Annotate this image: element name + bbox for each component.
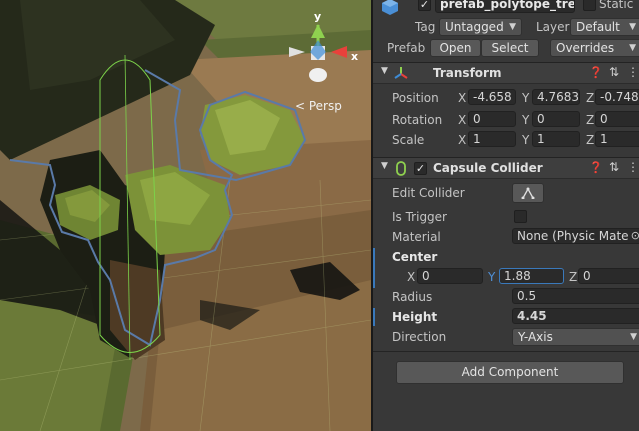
center-y-field[interactable]: 1.88	[499, 268, 564, 284]
persp-label[interactable]: < Persp	[295, 99, 342, 113]
radius-label: Radius	[392, 290, 433, 304]
capsule-collider-enabled-checkbox[interactable]: ✓	[414, 162, 427, 175]
gizmo-x-label: x	[351, 50, 359, 63]
chevron-down-icon: ▼	[629, 43, 636, 53]
add-component-button[interactable]: Add Component	[396, 361, 624, 384]
active-checkbox[interactable]: ✓	[418, 0, 431, 11]
position-z-field[interactable]: -0.748	[595, 89, 639, 105]
foldout-arrow-icon: ▼	[381, 161, 388, 171]
scene-render	[0, 0, 371, 431]
override-marker	[373, 308, 375, 326]
prefab-select-button[interactable]: Select	[481, 39, 539, 57]
section-divider	[373, 351, 639, 352]
capsule-collider-header[interactable]: ▼ ✓ Capsule Collider ❓ ⇅ ⋮	[373, 157, 639, 179]
transform-title: Transform	[433, 66, 502, 80]
prefab-label: Prefab	[387, 41, 426, 55]
prefab-open-button[interactable]: Open	[430, 39, 481, 57]
static-checkbox[interactable]	[583, 0, 596, 11]
center-x-field[interactable]: 0	[417, 268, 483, 284]
object-picker-icon[interactable]: ⊙	[628, 229, 639, 243]
help-icon[interactable]: ❓	[589, 161, 603, 174]
direction-value: Y-Axis	[518, 330, 553, 344]
chevron-down-icon: ▼	[509, 22, 516, 32]
tag-dropdown[interactable]: Untagged ▼	[439, 18, 522, 36]
chevron-down-icon: ▼	[629, 22, 636, 32]
transform-header[interactable]: ▼ Transform ❓ ⇅ ⋮	[373, 62, 639, 84]
position-label: Position	[392, 91, 439, 105]
tag-value: Untagged	[445, 20, 504, 34]
position-x-field[interactable]: -4.658	[468, 89, 516, 105]
center-y-letter[interactable]: Y	[488, 270, 495, 284]
scale-z-letter[interactable]: Z	[586, 133, 594, 147]
radius-field[interactable]: 0.5	[512, 288, 639, 304]
scale-y-field[interactable]: 1	[532, 131, 580, 147]
direction-dropdown[interactable]: Y-Axis ▼	[512, 328, 639, 346]
capsule-collider-icon	[395, 161, 407, 176]
layer-dropdown[interactable]: Default ▼	[570, 18, 639, 36]
rotation-y-field[interactable]: 0	[532, 111, 580, 127]
scale-x-letter[interactable]: X	[458, 133, 466, 147]
scale-x-field[interactable]: 1	[468, 131, 516, 147]
position-z-letter[interactable]: Z	[586, 91, 594, 105]
height-label: Height	[392, 310, 438, 324]
overrides-value: Overrides	[556, 41, 615, 55]
height-field[interactable]: 4.45	[512, 308, 639, 324]
object-name-field[interactable]: prefab_polytope_tree0	[435, 0, 575, 13]
kebab-menu-icon[interactable]: ⋮	[627, 160, 639, 174]
center-z-letter[interactable]: Z	[569, 270, 577, 284]
material-value: None (Physic Mater	[517, 229, 634, 243]
center-z-field[interactable]: 0	[578, 268, 639, 284]
kebab-menu-icon[interactable]: ⋮	[627, 65, 639, 79]
layer-label: Layer	[536, 20, 570, 34]
scale-z-field[interactable]: 1	[595, 131, 639, 147]
rotation-x-letter[interactable]: X	[458, 113, 466, 127]
override-marker	[373, 248, 375, 288]
position-y-field[interactable]: 4.7683	[532, 89, 580, 105]
help-icon[interactable]: ❓	[589, 66, 603, 79]
tag-label: Tag	[415, 20, 436, 34]
material-label: Material	[392, 230, 441, 244]
gizmo-y-label: y	[314, 10, 322, 23]
chevron-down-icon: ▼	[630, 332, 637, 342]
direction-label: Direction	[392, 330, 447, 344]
scene-view[interactable]: y x < Persp	[0, 0, 371, 431]
foldout-arrow-icon: ▼	[381, 66, 388, 76]
rotation-label: Rotation	[392, 113, 443, 127]
center-x-letter[interactable]: X	[407, 270, 415, 284]
edit-collider-icon	[521, 187, 535, 200]
position-x-letter[interactable]: X	[458, 91, 466, 105]
scale-y-letter[interactable]: Y	[522, 133, 529, 147]
is-trigger-label: Is Trigger	[392, 210, 447, 224]
scale-label: Scale	[392, 133, 425, 147]
material-object-field[interactable]: None (Physic Mater ⊙	[512, 228, 639, 244]
overrides-dropdown[interactable]: Overrides ▼	[550, 39, 639, 57]
layer-value: Default	[576, 20, 620, 34]
rotation-z-letter[interactable]: Z	[586, 113, 594, 127]
capsule-collider-title: Capsule Collider	[433, 161, 543, 175]
is-trigger-checkbox[interactable]	[514, 210, 527, 223]
edit-collider-button[interactable]	[512, 183, 544, 203]
rotation-y-letter[interactable]: Y	[522, 113, 529, 127]
presets-icon[interactable]: ⇅	[609, 160, 619, 174]
presets-icon[interactable]: ⇅	[609, 65, 619, 79]
center-label: Center	[392, 250, 438, 264]
transform-icon	[394, 66, 408, 80]
static-label: Static	[599, 0, 634, 11]
position-y-letter[interactable]: Y	[522, 91, 529, 105]
edit-collider-label: Edit Collider	[392, 186, 465, 200]
gameobject-icon	[381, 0, 399, 16]
rotation-z-field[interactable]: 0	[595, 111, 639, 127]
inspector-panel: ✓ prefab_polytope_tree0 Static Tag Untag…	[373, 0, 639, 431]
rotation-x-field[interactable]: 0	[468, 111, 516, 127]
